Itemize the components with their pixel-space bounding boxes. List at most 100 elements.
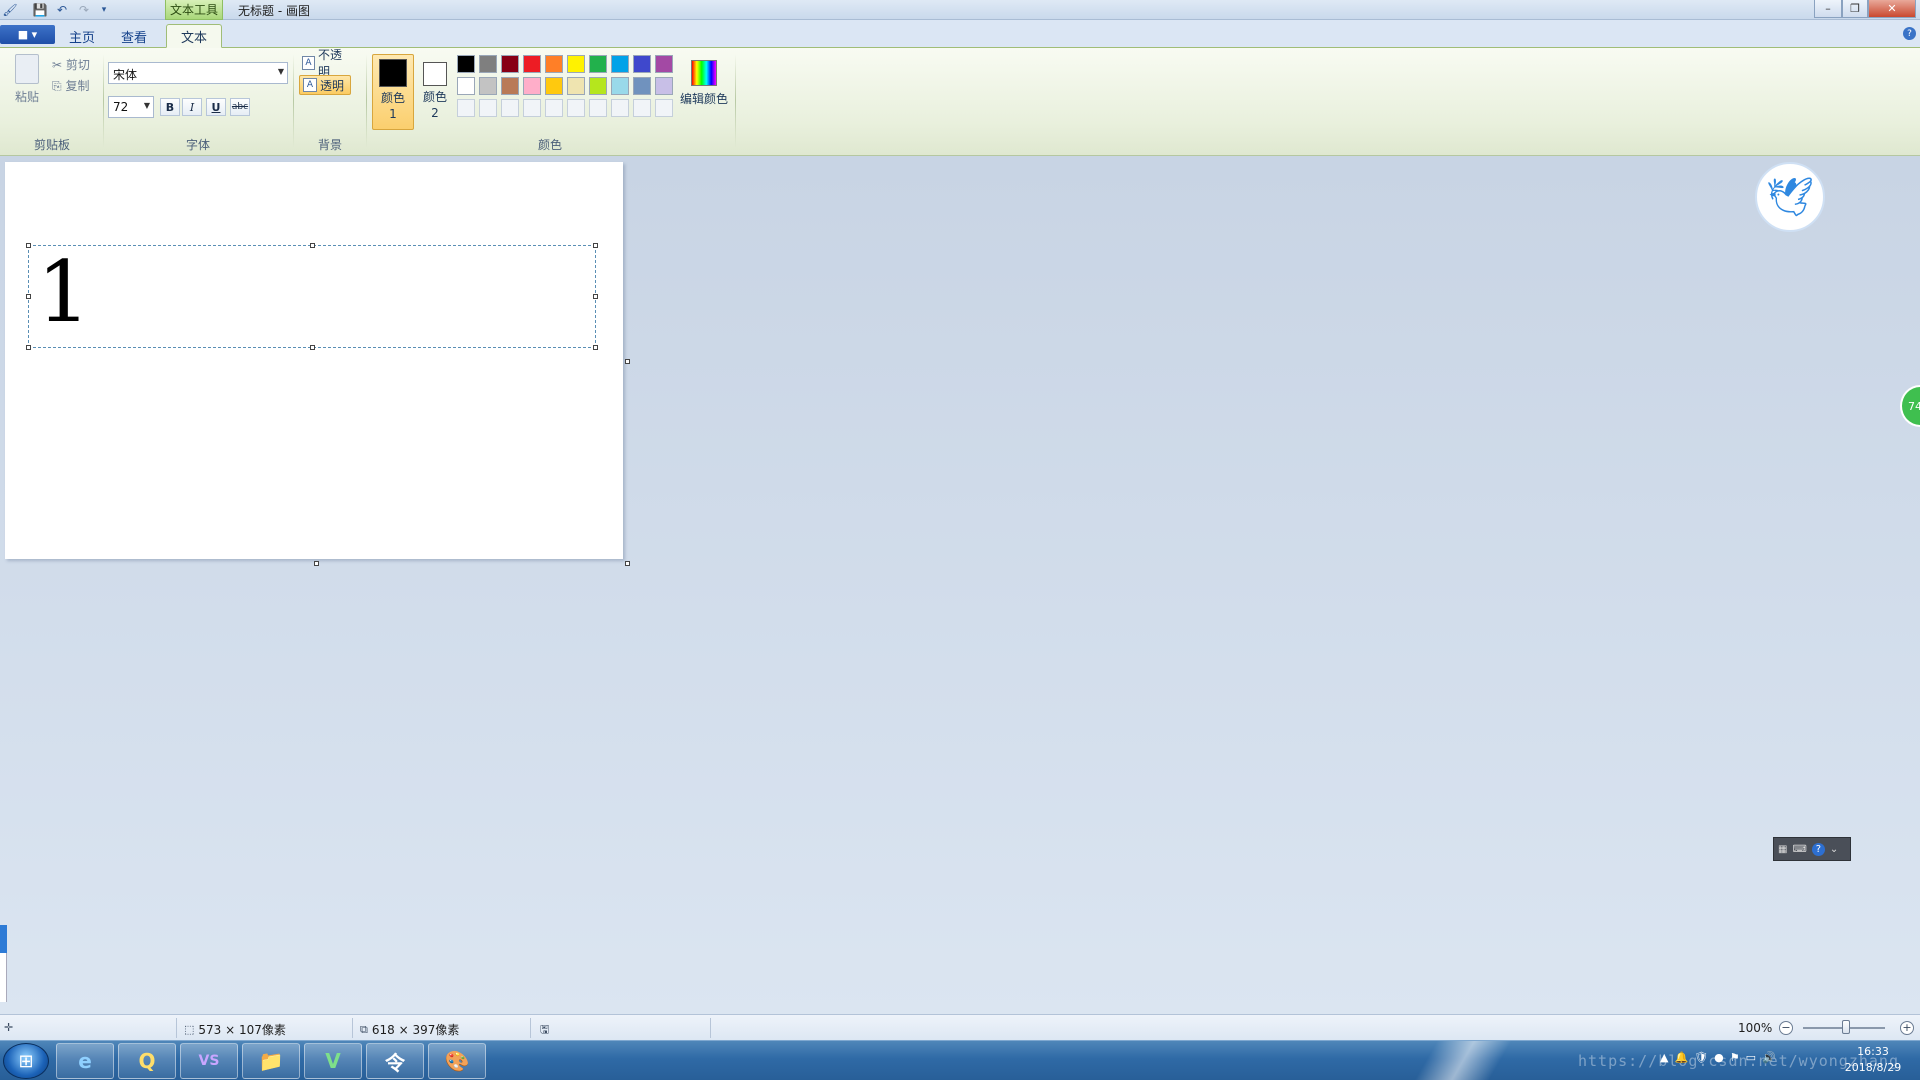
taskbar-app-people[interactable]: Q [118, 1043, 176, 1079]
volume-icon[interactable]: 🔊 [1762, 1051, 1776, 1064]
strikethrough-button[interactable]: abc [230, 98, 250, 116]
palette-color-swatch[interactable] [501, 77, 519, 95]
ime-toolbar[interactable]: ▦ ⌨ ? ⌄ [1773, 837, 1851, 861]
bird-floating-icon[interactable]: 🕊 [1755, 162, 1825, 232]
group-label-clipboard: 剪贴板 [33, 138, 70, 152]
resize-handle[interactable] [26, 345, 31, 350]
palette-color-swatch[interactable] [501, 55, 519, 73]
zoom-slider-thumb[interactable] [1842, 1020, 1850, 1034]
color1-button[interactable]: 颜色 1 [372, 54, 414, 130]
paint-app-icon[interactable]: 🖌 [2, 2, 18, 18]
rainbow-icon [691, 60, 717, 86]
bold-button[interactable]: B [160, 98, 180, 116]
taskbar-app-transfer[interactable]: 令 [366, 1043, 424, 1079]
file-menu-button[interactable]: ■ ▾ [0, 25, 55, 44]
resize-handle[interactable] [310, 243, 315, 248]
status-divider [352, 1018, 353, 1038]
palette-empty-slot[interactable] [611, 99, 629, 117]
palette-color-swatch[interactable] [633, 55, 651, 73]
italic-button[interactable]: I [182, 98, 202, 116]
transparent-option[interactable]: A 透明 [299, 75, 351, 95]
palette-color-swatch[interactable] [545, 77, 563, 95]
opaque-option[interactable]: A 不透明 [299, 48, 351, 79]
canvas-resize-handle[interactable] [625, 359, 630, 364]
color2-button[interactable]: 颜色 2 [414, 54, 456, 130]
palette-color-swatch[interactable] [479, 77, 497, 95]
palette-color-swatch[interactable] [611, 55, 629, 73]
taskbar-app-visual-studio[interactable]: VS [180, 1043, 238, 1079]
save-icon[interactable]: 💾 [32, 2, 48, 18]
palette-empty-slot[interactable] [501, 99, 519, 117]
font-size-select[interactable]: 72 ▼ [108, 96, 154, 118]
resize-handle[interactable] [26, 243, 31, 248]
network-icon[interactable]: ▭ [1746, 1051, 1756, 1064]
security-icon[interactable]: ● [1714, 1051, 1724, 1064]
palette-color-swatch[interactable] [567, 77, 585, 95]
undo-icon[interactable]: ↶ [54, 2, 70, 18]
resize-handle[interactable] [26, 294, 31, 299]
tab-text[interactable]: 文本 [166, 24, 222, 48]
canvas-resize-handle[interactable] [625, 561, 630, 566]
taskbar-app-vim[interactable]: V [304, 1043, 362, 1079]
palette-empty-slot[interactable] [567, 99, 585, 117]
resize-handle[interactable] [593, 294, 598, 299]
palette-empty-slot[interactable] [479, 99, 497, 117]
taskbar-app-explorer[interactable]: 📁 [242, 1043, 300, 1079]
resize-handle[interactable] [593, 243, 598, 248]
palette-color-swatch[interactable] [633, 77, 651, 95]
system-clock[interactable]: 16:33 2018/8/29 [1830, 1044, 1916, 1076]
palette-color-swatch[interactable] [457, 55, 475, 73]
cut-button[interactable]: ✂ 剪切 [52, 56, 90, 73]
palette-color-swatch[interactable] [589, 77, 607, 95]
canvas-workspace[interactable]: 1 🕊 74 ▦ ⌨ ? ⌄ [0, 156, 1920, 1014]
taskbar-app-ie[interactable]: e [56, 1043, 114, 1079]
palette-empty-slot[interactable] [523, 99, 541, 117]
palette-color-swatch[interactable] [545, 55, 563, 73]
palette-color-swatch[interactable] [655, 77, 673, 95]
text-box[interactable]: 1 [26, 243, 598, 350]
palette-color-swatch[interactable] [611, 77, 629, 95]
zoom-out-button[interactable]: − [1779, 1021, 1793, 1035]
palette-empty-slot[interactable] [633, 99, 651, 117]
canvas-resize-handle[interactable] [314, 561, 319, 566]
restore-button[interactable]: ❐ [1842, 0, 1868, 18]
palette-color-swatch[interactable] [523, 55, 541, 73]
close-button[interactable]: ✕ [1868, 0, 1916, 18]
flag-icon[interactable]: ⚑ [1730, 1051, 1740, 1064]
shield-icon[interactable]: 🛡 [1694, 1051, 1708, 1064]
palette-color-swatch[interactable] [567, 55, 585, 73]
edit-colors-button[interactable]: 编辑颜色 [678, 54, 730, 124]
taskbar-app-paint[interactable]: 🎨 [428, 1043, 486, 1079]
font-size-value: 72 [113, 100, 129, 114]
palette-color-swatch[interactable] [655, 55, 673, 73]
text-box-content[interactable]: 1 [37, 250, 90, 334]
font-family-select[interactable]: 宋体 ▼ [108, 62, 288, 84]
zoom-in-button[interactable]: + [1900, 1021, 1914, 1035]
palette-empty-slot[interactable] [457, 99, 475, 117]
resize-handle[interactable] [310, 345, 315, 350]
palette-empty-slot[interactable] [589, 99, 607, 117]
paste-button[interactable]: 粘贴 [12, 54, 42, 114]
copy-button[interactable]: ⎘ 复制 [52, 77, 89, 94]
customize-qat-icon[interactable]: ▾ [96, 2, 112, 18]
show-hidden-icons-icon[interactable]: ▲ [1660, 1051, 1668, 1064]
minimize-button[interactable]: – [1814, 0, 1842, 18]
palette-empty-slot[interactable] [655, 99, 673, 117]
side-badge[interactable]: 74 [1900, 385, 1920, 427]
drawing-canvas[interactable]: 1 [5, 162, 630, 566]
status-bar: ✛ ⬚ 573 × 107像素 ⧉ 618 × 397像素 🖫 100% − + [0, 1014, 1920, 1040]
palette-empty-slot[interactable] [545, 99, 563, 117]
help-icon[interactable]: ? [1903, 27, 1916, 40]
palette-color-swatch[interactable] [457, 77, 475, 95]
notification-icon[interactable]: 🔔 [1674, 1051, 1688, 1064]
resize-handle[interactable] [593, 345, 598, 350]
redo-icon[interactable]: ↷ [76, 2, 92, 18]
tab-view[interactable]: 查看 [114, 24, 154, 48]
help-icon[interactable]: ? [1811, 842, 1825, 856]
palette-color-swatch[interactable] [479, 55, 497, 73]
palette-color-swatch[interactable] [589, 55, 607, 73]
start-button[interactable]: ⊞ [3, 1043, 49, 1079]
tab-home[interactable]: 主页 [62, 24, 102, 48]
underline-button[interactable]: U [206, 98, 226, 116]
palette-color-swatch[interactable] [523, 77, 541, 95]
